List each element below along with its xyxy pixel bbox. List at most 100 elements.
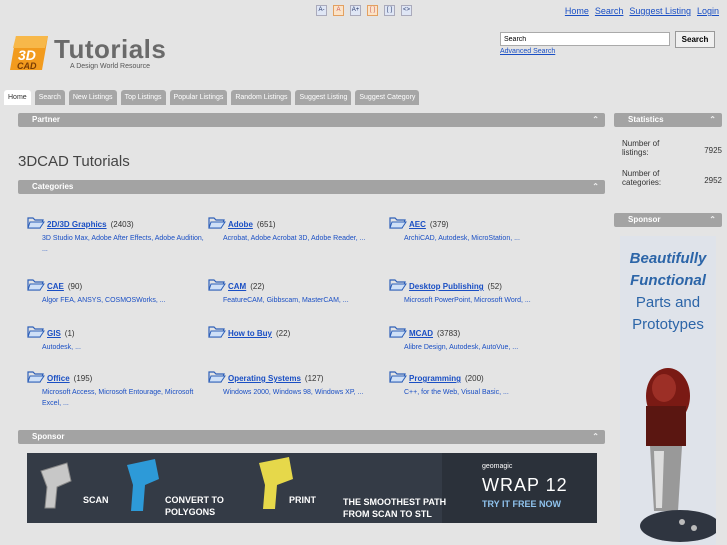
category-item: MCAD (3783) Alibre Design, Autodesk, Aut…: [389, 324, 569, 353]
login-link[interactable]: Login: [697, 6, 719, 16]
tab-popular-listings[interactable]: Popular Listings: [169, 90, 228, 105]
listings-stat: Number of listings: 7925: [622, 139, 722, 157]
3dcad-logo-icon: 3D CAD: [10, 36, 48, 71]
sponsor-bar[interactable]: Sponsor ⌃: [18, 430, 605, 444]
suggest-listing-link[interactable]: Suggest Listing: [629, 6, 691, 16]
site-tagline: A Design World Resource: [70, 63, 151, 70]
page-title: 3DCAD Tutorials: [18, 153, 130, 170]
category-item: Programming (200) C++, for the Web, Visu…: [389, 369, 569, 398]
layout-medium-button[interactable]: [ ]: [384, 5, 395, 16]
category-count: (379): [429, 220, 449, 229]
search-button[interactable]: Search: [675, 31, 715, 48]
gear-shifter-illustration: [640, 368, 716, 542]
categories-stat: Number of categories: 2952: [622, 169, 722, 187]
subcategory-list[interactable]: ArchiCAD, Autodesk, MicroStation, ...: [404, 233, 569, 244]
subcategory-list[interactable]: Autodesk, ...: [42, 342, 207, 353]
banner-brand-text: geomagic: [482, 463, 513, 470]
folder-icon: [208, 371, 226, 383]
category-link[interactable]: CAE: [47, 282, 64, 291]
folder-icon: [27, 371, 45, 383]
sidebar-sponsor-label: Sponsor: [628, 215, 661, 224]
folder-icon: [27, 326, 45, 338]
sponsor-bar-label: Sponsor: [32, 432, 65, 441]
banner-polygons-text: POLYGONS: [165, 507, 216, 517]
partner-bar[interactable]: Partner ⌃: [18, 113, 605, 127]
folder-icon: [389, 371, 407, 383]
collapse-icon[interactable]: ⌃: [592, 180, 599, 194]
category-count: (200): [465, 374, 484, 383]
tab-search[interactable]: Search: [34, 90, 65, 105]
category-link[interactable]: Office: [47, 374, 70, 383]
category-link[interactable]: Adobe: [228, 220, 253, 229]
banner-product-text: WRAP 12: [482, 475, 568, 495]
folder-icon: [208, 217, 226, 229]
folder-icon: [27, 217, 45, 229]
collapse-icon[interactable]: ⌃: [709, 113, 716, 127]
nav-tabs: Home Search New Listings Top Listings Po…: [4, 90, 420, 105]
subcategory-list[interactable]: Algor FEA, ANSYS, COSMOSWorks, ...: [42, 295, 207, 306]
category-count: (195): [73, 374, 93, 383]
search-form: Search Advanced Search: [500, 31, 715, 55]
collapse-icon[interactable]: ⌃: [592, 113, 599, 127]
category-count: (127): [304, 374, 324, 383]
category-count: (651): [256, 220, 276, 229]
tab-new-listings[interactable]: New Listings: [68, 90, 117, 105]
category-link[interactable]: AEC: [409, 220, 426, 229]
categories-bar-label: Categories: [32, 182, 74, 191]
layout-wide-button[interactable]: <>: [401, 5, 412, 16]
subcategory-list[interactable]: Acrobat, Adobe Acrobat 3D, Adobe Reader,…: [223, 233, 388, 244]
category-link[interactable]: Programming: [409, 374, 461, 383]
category-link[interactable]: 2D/3D Graphics: [47, 220, 107, 229]
folder-icon: [389, 279, 407, 291]
folder-icon: [208, 326, 226, 338]
subcategory-list[interactable]: FeatureCAM, Gibbscam, MasterCAM, ...: [223, 295, 388, 306]
layout-narrow-button[interactable]: [ ]: [367, 5, 378, 16]
subcategory-list[interactable]: C++, for the Web, Visual Basic, ...: [404, 387, 569, 398]
statistics-bar[interactable]: Statistics ⌃: [614, 113, 722, 127]
category-item: Operating Systems (127) Windows 2000, Wi…: [208, 369, 388, 398]
font-reset-button[interactable]: A: [333, 5, 344, 16]
subcategory-list[interactable]: Windows 2000, Windows 98, Windows XP, ..…: [223, 387, 388, 398]
home-link[interactable]: Home: [565, 6, 589, 16]
banner-cta-text[interactable]: TRY IT FREE NOW: [482, 499, 561, 509]
category-item: CAE (90) Algor FEA, ANSYS, COSMOSWorks, …: [27, 277, 207, 306]
categories-count: 2952: [704, 176, 722, 185]
tab-suggest-listing[interactable]: Suggest Listing: [295, 90, 352, 105]
site-logo[interactable]: 3D CAD Tutorials A Design World Resource: [8, 34, 168, 74]
subcategory-list[interactable]: Alibre Design, Autodesk, AutoVue, ...: [404, 342, 569, 353]
sidebar-sponsor-bar[interactable]: Sponsor ⌃: [614, 213, 722, 227]
category-link[interactable]: MCAD: [409, 329, 433, 338]
main-content: Partner ⌃ 3DCAD Tutorials Categories ⌃ 2…: [0, 105, 610, 545]
font-increase-button[interactable]: A+: [350, 5, 361, 16]
category-count: (90): [67, 282, 83, 291]
category-link[interactable]: GIS: [47, 329, 61, 338]
subcategory-list[interactable]: 3D Studio Max, Adobe After Effects, Adob…: [42, 233, 207, 255]
advanced-search-link[interactable]: Advanced Search: [500, 48, 670, 55]
sidebar-sponsor-ad[interactable]: Beautifully Functional Parts and Prototy…: [620, 236, 716, 545]
category-link[interactable]: CAM: [228, 282, 246, 291]
statistics-bar-label: Statistics: [628, 115, 664, 124]
tab-suggest-category[interactable]: Suggest Category: [355, 90, 420, 105]
font-decrease-button[interactable]: A-: [316, 5, 327, 16]
subcategory-list[interactable]: Microsoft Access, Microsoft Entourage, M…: [42, 387, 207, 409]
folder-icon: [27, 279, 45, 291]
category-link[interactable]: Desktop Publishing: [409, 282, 484, 291]
categories-bar[interactable]: Categories ⌃: [18, 180, 605, 194]
tab-top-listings[interactable]: Top Listings: [120, 90, 166, 105]
tab-random-listings[interactable]: Random Listings: [231, 90, 292, 105]
font-size-controls: A- A A+ [ ] [ ] <>: [316, 5, 412, 16]
category-item: Desktop Publishing (52) Microsoft PowerP…: [389, 277, 569, 306]
tab-home[interactable]: Home: [4, 90, 31, 105]
collapse-icon[interactable]: ⌃: [709, 213, 716, 227]
collapse-icon[interactable]: ⌃: [592, 430, 599, 444]
top-links: Home Search Suggest Listing Login: [565, 6, 719, 16]
svg-text:CAD: CAD: [17, 61, 37, 71]
category-count: (2403): [110, 220, 134, 229]
sponsor-banner-ad[interactable]: SCAN CONVERT TO POLYGONS PRINT THE SMOOT…: [27, 453, 597, 523]
category-link[interactable]: Operating Systems: [228, 374, 301, 383]
subcategory-list[interactable]: Microsoft PowerPoint, Microsoft Word, ..…: [404, 295, 569, 306]
search-link[interactable]: Search: [595, 6, 624, 16]
search-input[interactable]: [500, 32, 670, 46]
category-link[interactable]: How to Buy: [228, 329, 272, 338]
category-item: AEC (379) ArchiCAD, Autodesk, MicroStati…: [389, 215, 569, 244]
